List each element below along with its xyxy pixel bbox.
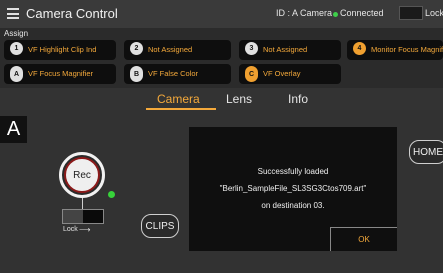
assign-key-3-icon: 3 — [245, 42, 258, 58]
lock-label: Lock — [425, 8, 443, 18]
assign-button-a[interactable]: A VF Focus Magnifier — [4, 64, 116, 84]
assign-button-3[interactable]: 3 Not Assigned — [239, 40, 341, 60]
connection-status-icon — [333, 12, 338, 17]
dialog-message-line-1: Successfully loaded — [257, 167, 329, 176]
app-title: Camera Control — [26, 6, 118, 21]
camera-id: ID : A Camera — [276, 8, 333, 18]
assign-grid: 1 VF Highlight Clip Ind 2 Not Assigned 3… — [0, 38, 443, 88]
assign-button-label: Monitor Focus Magnifi — [371, 45, 443, 54]
tab-bar: Camera Lens Info — [0, 88, 443, 110]
rec-divider — [82, 198, 83, 209]
assign-button-2[interactable]: 2 Not Assigned — [124, 40, 231, 60]
assign-button-label: VF False Color — [148, 69, 199, 78]
connection-status: Connected — [340, 8, 384, 18]
ok-button[interactable]: OK — [330, 227, 397, 251]
rec-lock-switch[interactable] — [62, 209, 104, 224]
assign-button-label: VF Focus Magnifier — [28, 69, 94, 78]
assign-button-label: VF Highlight Clip Ind — [28, 45, 97, 54]
assign-button-label: Not Assigned — [263, 45, 308, 54]
rec-button[interactable]: Rec — [64, 157, 100, 193]
assign-label: Assign — [4, 29, 29, 38]
tab-info[interactable]: Info — [288, 92, 308, 106]
assign-key-4-icon: 4 — [353, 42, 366, 58]
assign-key-2-icon: 2 — [130, 42, 143, 58]
menu-icon[interactable] — [7, 8, 19, 19]
assign-key-b-icon: B — [130, 66, 143, 82]
clips-button[interactable]: CLIPS — [141, 214, 179, 238]
slot-badge: A — [0, 116, 27, 143]
assign-button-b[interactable]: B VF False Color — [124, 64, 231, 84]
arrow-right-icon: ⟶ — [79, 225, 91, 234]
assign-key-a-icon: A — [10, 66, 23, 82]
tally-indicator — [108, 191, 115, 198]
assign-key-1-icon: 1 — [10, 42, 23, 58]
tab-camera[interactable]: Camera — [157, 92, 200, 106]
dialog-message-line-3: on destination 03. — [261, 201, 325, 210]
rec-lock-label: Lock — [63, 226, 78, 233]
assign-key-c-icon: C — [245, 66, 258, 82]
assign-button-label: VF Overlay — [263, 69, 301, 78]
lock-toggle[interactable] — [399, 6, 423, 20]
switch-knob — [83, 210, 103, 223]
tab-lens[interactable]: Lens — [226, 92, 252, 106]
assign-button-1[interactable]: 1 VF Highlight Clip Ind — [4, 40, 116, 60]
assign-button-4[interactable]: 4 Monitor Focus Magnifi — [347, 40, 443, 60]
home-button[interactable]: HOME — [409, 140, 443, 164]
dialog-message-line-2: "Berlin_SampleFile_SL3SG3Ctos709.art" — [219, 184, 367, 193]
assign-button-c[interactable]: C VF Overlay — [239, 64, 341, 84]
title-bar: Camera Control ID : A Camera Connected L… — [0, 0, 443, 28]
assign-button-label: Not Assigned — [148, 45, 193, 54]
